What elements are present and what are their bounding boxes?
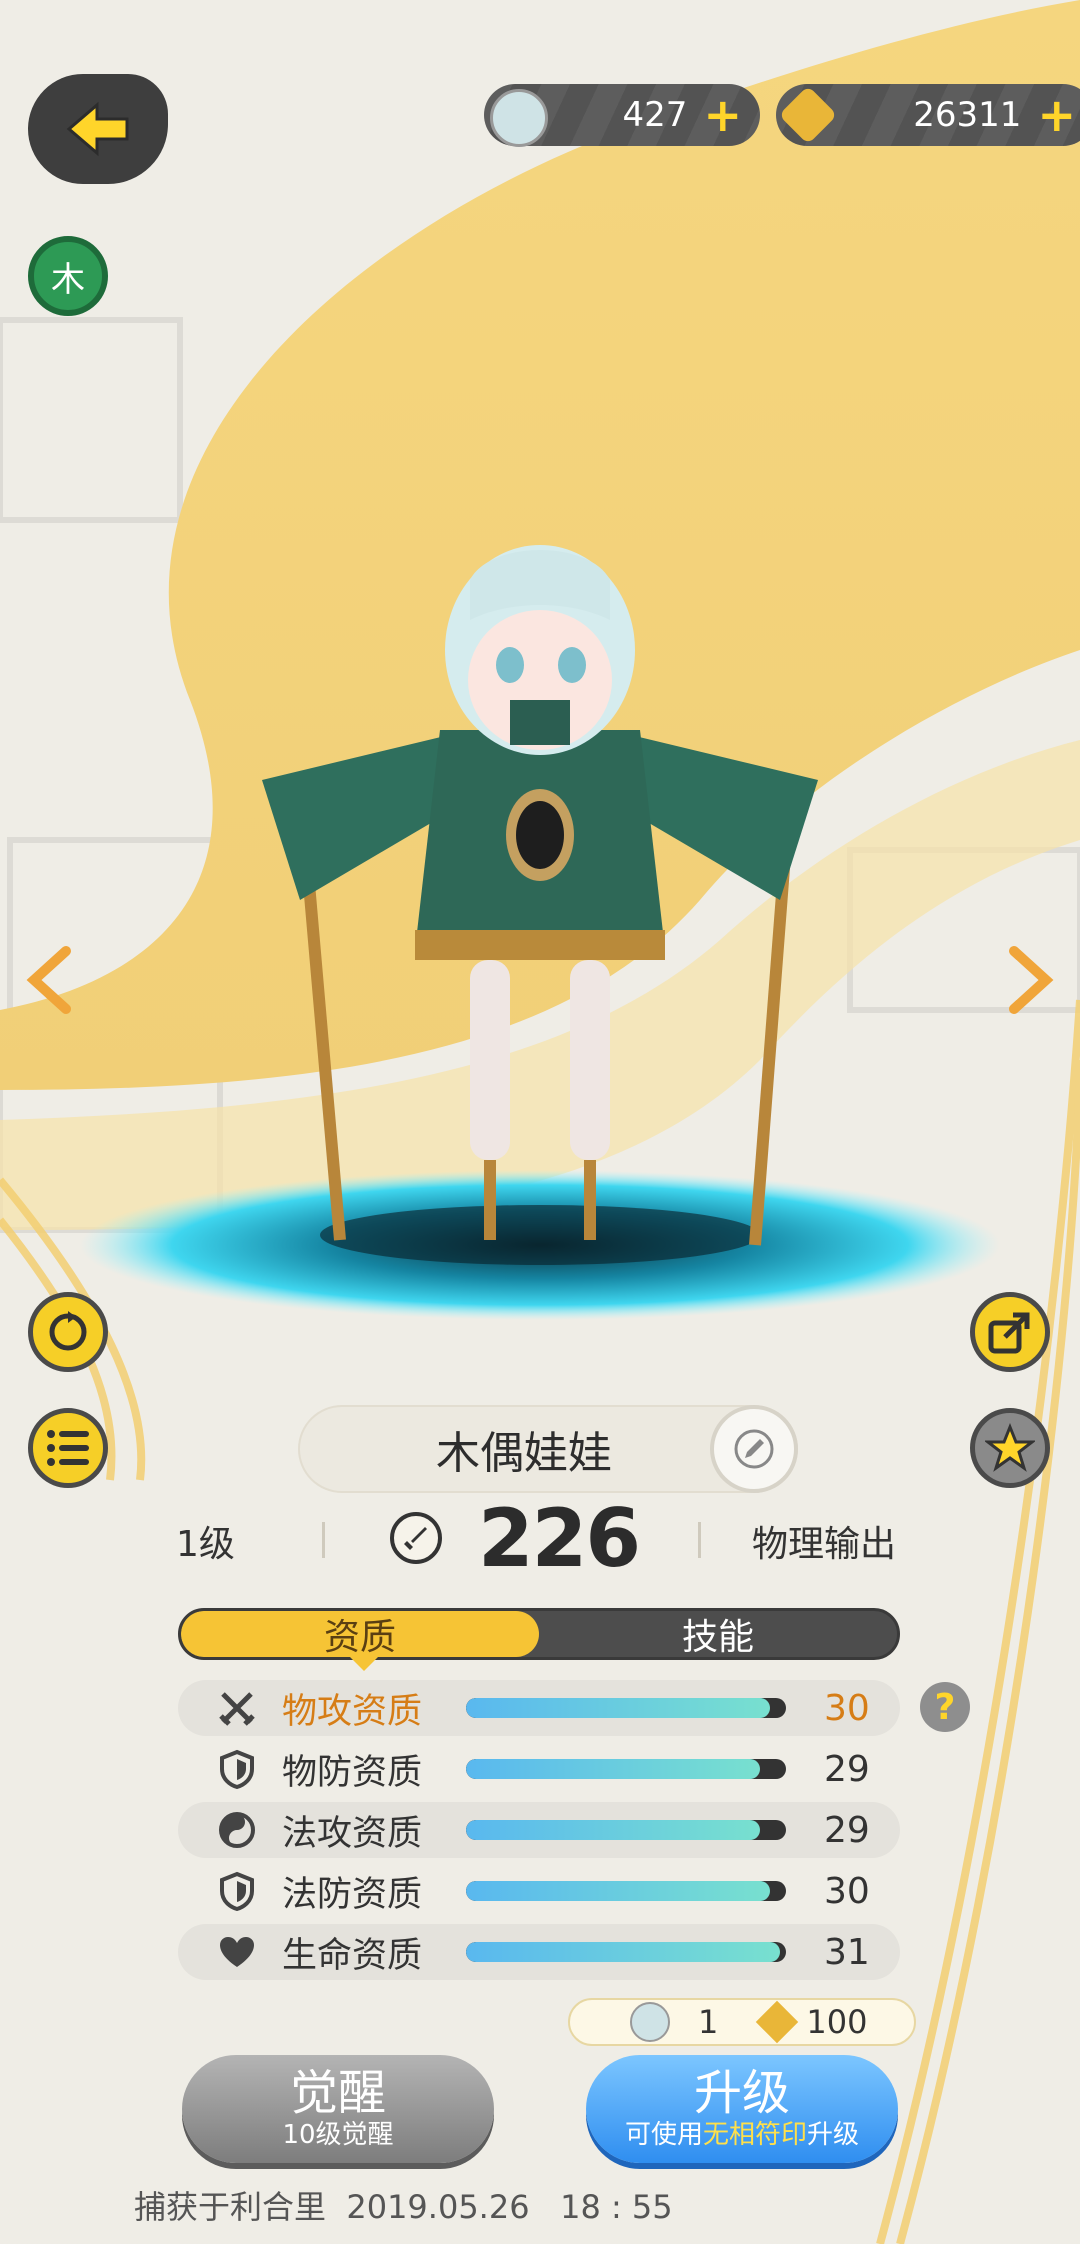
character-name-plate: 木偶娃娃: [298, 1405, 798, 1493]
currency-spirit: 427 +: [484, 84, 760, 147]
prev-character-button[interactable]: [20, 935, 80, 1025]
heart-icon: [214, 1935, 260, 1969]
attr-bar: [466, 1942, 786, 1962]
combat-power-value: 226: [478, 1492, 641, 1585]
attr-label: 法防资质: [282, 1874, 423, 1915]
divider: [322, 1522, 325, 1558]
shield-icon: [214, 1749, 260, 1789]
attr-label: 生命资质: [282, 1935, 423, 1976]
attr-label: 法攻资质: [282, 1813, 423, 1854]
swords-icon: [214, 1688, 260, 1728]
upgrade-label: 升级: [693, 2065, 790, 2121]
share-button[interactable]: [970, 1292, 1050, 1372]
gold-crystal-icon: [778, 85, 838, 145]
awaken-button[interactable]: 觉醒 10级觉醒: [182, 2055, 494, 2163]
rename-button[interactable]: [710, 1405, 798, 1493]
character-level: 1级: [176, 1524, 235, 1565]
back-arrow-icon: [66, 101, 129, 157]
attr-value: 31: [824, 1931, 870, 1973]
currency-gold-value: 26311: [913, 95, 1022, 135]
attr-bar-fill: [466, 1698, 770, 1718]
divider: [698, 1522, 701, 1558]
tab-skills[interactable]: 技能: [539, 1611, 897, 1657]
sword-icon: [404, 1527, 427, 1550]
upgrade-sub-highlight: 无相符印: [702, 2119, 807, 2150]
attr-bar-fill: [466, 1820, 761, 1840]
list-button[interactable]: [28, 1408, 108, 1488]
attr-bar: [466, 1698, 786, 1718]
character-name: 木偶娃娃: [436, 1428, 612, 1479]
favorite-button[interactable]: [970, 1408, 1050, 1488]
attr-value: 30: [824, 1870, 870, 1912]
attr-value: 29: [824, 1809, 870, 1851]
attr-row-health: 生命资质 31: [178, 1924, 900, 1980]
yin-yang-icon: [214, 1811, 260, 1849]
add-gold-button[interactable]: +: [1037, 92, 1076, 138]
combat-power-icon: [390, 1512, 442, 1564]
share-icon: [988, 1312, 1030, 1354]
cost-item2-count: 100: [806, 2003, 868, 2041]
attr-row-physical-defense: 物防资质 29: [178, 1741, 900, 1797]
tab-aptitude[interactable]: 资质: [181, 1611, 539, 1657]
attr-bar-fill: [466, 1759, 761, 1779]
chevron-right-icon: [1009, 946, 1054, 1014]
upgrade-sub-prefix: 可使用: [624, 2119, 703, 2150]
tab-bar: 资质 技能: [178, 1608, 900, 1660]
add-spirit-button[interactable]: +: [703, 92, 742, 138]
attr-bar: [466, 1820, 786, 1840]
awaken-sub-label: 10级觉醒: [282, 2119, 394, 2150]
rotate-button[interactable]: [28, 1292, 108, 1372]
next-character-button[interactable]: [1000, 935, 1060, 1025]
currency-gold: 26311 +: [776, 84, 1080, 146]
cost-item1-count: 1: [698, 2003, 719, 2041]
upgrade-cost: 1 100: [568, 1998, 916, 2046]
upgrade-sub-suffix: 升级: [807, 2119, 860, 2150]
active-tab-caret: [350, 1657, 378, 1671]
shield-icon: [214, 1871, 260, 1911]
attr-bar-fill: [466, 1881, 770, 1901]
star-icon: [985, 1423, 1035, 1472]
spirit-coin-icon: [490, 89, 548, 147]
attr-bar: [466, 1759, 786, 1779]
edit-pen-icon: [734, 1429, 774, 1469]
help-button[interactable]: ?: [920, 1682, 970, 1732]
attr-bar-fill: [466, 1942, 780, 1962]
character-role: 物理输出: [752, 1524, 897, 1565]
currency-spirit-value: 427: [622, 95, 688, 135]
element-badge: 木: [28, 236, 108, 316]
gold-crystal-icon: [756, 2000, 799, 2044]
awaken-label: 觉醒: [289, 2065, 386, 2121]
attr-row-physical-attack: 物攻资质 30: [178, 1680, 900, 1736]
spirit-coin-icon: [630, 2002, 670, 2042]
list-icon: [47, 1430, 89, 1466]
rotate-icon: [49, 1311, 87, 1351]
attr-bar: [466, 1881, 786, 1901]
upgrade-sub-label: 可使用无相符印升级: [625, 2120, 859, 2151]
upgrade-button[interactable]: 升级 可使用无相符印升级: [586, 2055, 898, 2163]
attr-value: 29: [824, 1748, 870, 1790]
attr-row-magic-defense: 法防资质 30: [178, 1863, 900, 1919]
back-button[interactable]: [28, 74, 168, 184]
element-label: 木: [51, 259, 85, 300]
attr-row-magic-attack: 法攻资质 29: [178, 1802, 900, 1858]
chevron-left-icon: [26, 946, 71, 1014]
attr-value: 30: [824, 1687, 870, 1729]
capture-info: 捕获于利合里 2019.05.26 18 : 55: [134, 2188, 673, 2226]
attr-label: 物攻资质: [282, 1691, 423, 1732]
attr-label: 物防资质: [282, 1752, 423, 1793]
